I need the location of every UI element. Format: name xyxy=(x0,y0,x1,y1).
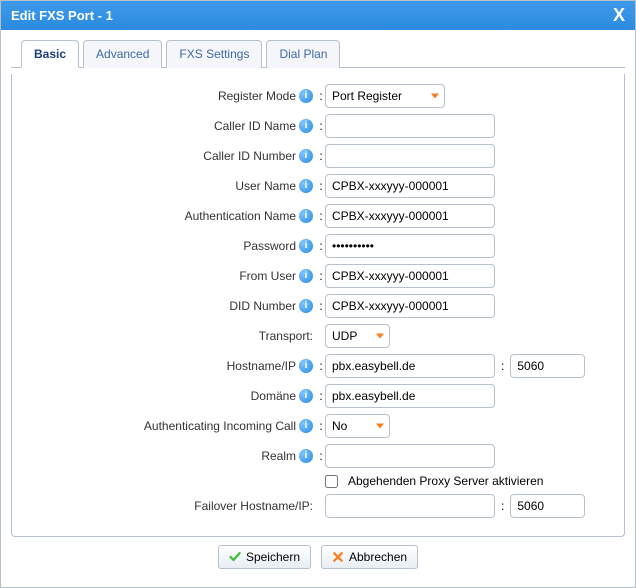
info-icon[interactable]: i xyxy=(299,209,313,223)
info-icon[interactable]: i xyxy=(299,179,313,193)
cancel-icon xyxy=(332,551,344,563)
label-caller-id-name: Caller ID Name xyxy=(214,119,296,133)
save-button[interactable]: Speichern xyxy=(218,545,311,569)
auth-incoming-select[interactable]: No xyxy=(325,414,390,438)
close-icon[interactable]: X xyxy=(613,5,625,26)
failover-hostname-input[interactable] xyxy=(325,494,495,518)
label-caller-id-number: Caller ID Number xyxy=(203,149,296,163)
register-mode-select[interactable]: Port Register xyxy=(325,84,445,108)
hostname-ip-input[interactable] xyxy=(325,354,495,378)
label-register-mode: Register Mode xyxy=(218,89,296,103)
tab-fxs-settings[interactable]: FXS Settings xyxy=(166,40,262,68)
label-transport: Transport: xyxy=(259,329,313,343)
check-icon xyxy=(229,551,241,563)
failover-port-input[interactable] xyxy=(510,494,585,518)
label-hostname-ip: Hostname/IP xyxy=(227,359,296,373)
from-user-input[interactable] xyxy=(325,264,495,288)
realm-input[interactable] xyxy=(325,444,495,468)
auth-name-input[interactable] xyxy=(325,204,495,228)
info-icon[interactable]: i xyxy=(299,269,313,283)
outgoing-proxy-checkbox[interactable] xyxy=(325,475,338,488)
dialog-body: Basic Advanced FXS Settings Dial Plan Re… xyxy=(1,30,635,587)
info-icon[interactable]: i xyxy=(299,389,313,403)
titlebar[interactable]: Edit FXS Port - 1 X xyxy=(1,1,635,30)
did-number-input[interactable] xyxy=(325,294,495,318)
info-icon[interactable]: i xyxy=(299,449,313,463)
label-auth-name: Authentication Name xyxy=(185,209,296,223)
label-auth-incoming: Authenticating Incoming Call xyxy=(144,419,296,433)
domaene-input[interactable] xyxy=(325,384,495,408)
info-icon[interactable]: i xyxy=(299,419,313,433)
label-realm: Realm xyxy=(261,449,296,463)
hostname-port-input[interactable] xyxy=(510,354,585,378)
user-name-input[interactable] xyxy=(325,174,495,198)
password-input[interactable] xyxy=(325,234,495,258)
cancel-button[interactable]: Abbrechen xyxy=(321,545,418,569)
tab-dial-plan[interactable]: Dial Plan xyxy=(266,40,340,68)
tab-strip: Basic Advanced FXS Settings Dial Plan xyxy=(11,40,625,68)
info-icon[interactable]: i xyxy=(299,239,313,253)
info-icon[interactable]: i xyxy=(299,89,313,103)
transport-select[interactable]: UDP xyxy=(325,324,390,348)
label-did-number: DID Number xyxy=(229,299,296,313)
button-bar: Speichern Abbrechen xyxy=(11,537,625,577)
dialog: Edit FXS Port - 1 X Basic Advanced FXS S… xyxy=(0,0,636,588)
label-domaene: Domäne xyxy=(251,389,296,403)
tab-advanced[interactable]: Advanced xyxy=(83,40,162,68)
caller-id-number-input[interactable] xyxy=(325,144,495,168)
tab-panel-basic: Register Modei : Port Register Caller ID… xyxy=(11,74,625,537)
info-icon[interactable]: i xyxy=(299,299,313,313)
label-password: Password xyxy=(243,239,296,253)
tab-basic[interactable]: Basic xyxy=(21,40,79,68)
info-icon[interactable]: i xyxy=(299,359,313,373)
label-failover: Failover Hostname/IP: xyxy=(194,499,313,513)
label-outgoing-proxy: Abgehenden Proxy Server aktivieren xyxy=(348,474,543,488)
save-button-label: Speichern xyxy=(246,550,300,564)
label-from-user: From User xyxy=(239,269,296,283)
dialog-title: Edit FXS Port - 1 xyxy=(11,8,113,23)
cancel-button-label: Abbrechen xyxy=(349,550,407,564)
info-icon[interactable]: i xyxy=(299,149,313,163)
info-icon[interactable]: i xyxy=(299,119,313,133)
label-user-name: User Name xyxy=(235,179,296,193)
caller-id-name-input[interactable] xyxy=(325,114,495,138)
